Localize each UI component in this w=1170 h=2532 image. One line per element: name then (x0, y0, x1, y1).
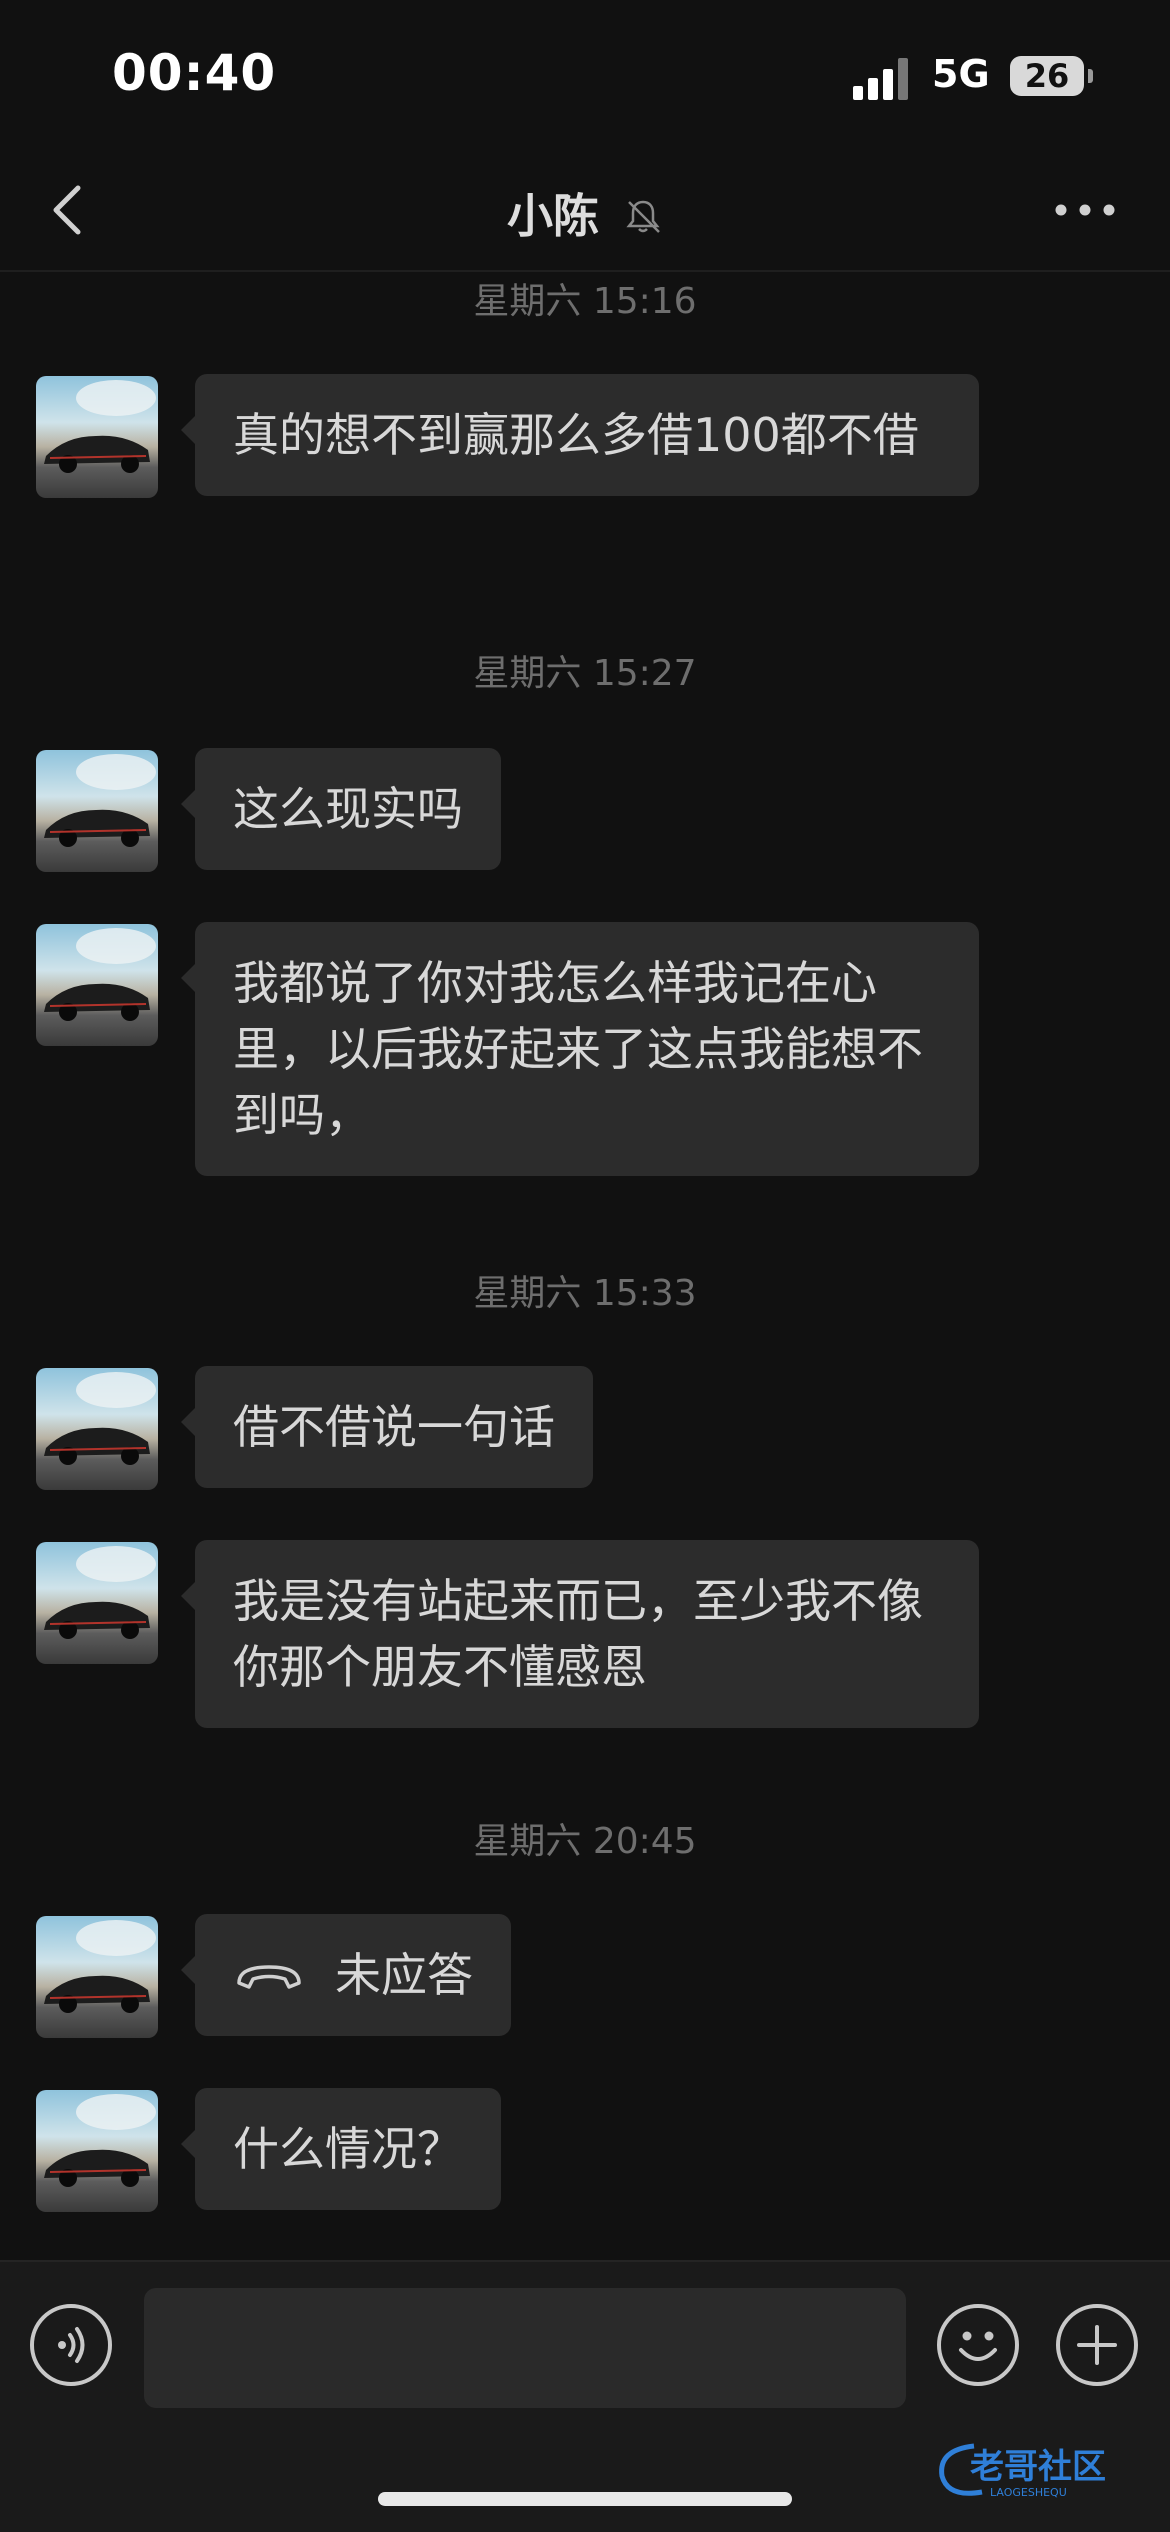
timestamp: 星期六 15:33 (473, 1273, 697, 1314)
timestamp: 星期六 15:27 (473, 653, 697, 694)
message-bubble[interactable]: 我是没有站起来而已，至少我不像你那个朋友不懂感恩 (181, 1540, 979, 1728)
timestamp: 星期六 20:45 (473, 1821, 697, 1862)
nav-bar: 小陈 (0, 150, 1170, 272)
signal-icon (853, 58, 913, 100)
message-input[interactable] (144, 2288, 906, 2408)
car-avatar-image (44, 928, 156, 1021)
missed-call-bubble[interactable]: 未应答 (181, 1914, 511, 2036)
plus-icon (1077, 2325, 1117, 2365)
svg-text:LAOGESHEQU: LAOGESHEQU (990, 2486, 1067, 2499)
message-list[interactable]: 星期六 15:16 真的想不到赢那么多借100都不借 星期六 15:27 这么现… (0, 272, 1170, 2260)
voice-button[interactable] (30, 2304, 112, 2386)
message-bubble[interactable]: 借不借说一句话 (181, 1366, 593, 1488)
avatar[interactable] (36, 750, 158, 872)
avatar[interactable] (36, 924, 158, 1046)
voice-icon (58, 2327, 85, 2363)
ellipsis-icon (1055, 204, 1115, 216)
car-avatar-image (44, 380, 156, 473)
status-time: 00:40 (112, 44, 277, 102)
message-text: 我是没有站起来而已，至少我不像你那个朋友不懂感恩 (233, 1574, 923, 1694)
message-text: 什么情况？ (233, 2122, 463, 2176)
emoji-icon (959, 2331, 997, 2361)
message-bubble[interactable]: 真的想不到赢那么多借100都不借 (181, 374, 979, 496)
plus-button[interactable] (1056, 2304, 1138, 2386)
message-text: 这么现实吗 (233, 782, 463, 836)
battery-icon: 26 (1010, 56, 1084, 96)
message-text: 我都说了你对我怎么样我记在心里，以后我好起来了这点我能想不到吗， (233, 956, 923, 1142)
battery-tip (1088, 69, 1093, 83)
avatar[interactable] (36, 1368, 158, 1490)
message-text: 未应答 (335, 1948, 473, 2002)
phone-hangup-icon (237, 1965, 301, 1989)
svg-text:老哥社区: 老哥社区 (970, 2447, 1106, 2487)
message-text: 借不借说一句话 (233, 1400, 555, 1454)
page-title: 小陈 (506, 189, 599, 243)
avatar[interactable] (36, 1542, 158, 1664)
status-bar: 00:40 5G 26 (0, 0, 1170, 150)
bell-slash-icon (626, 200, 660, 233)
car-avatar-image (44, 1372, 156, 1465)
car-avatar-image (44, 2094, 156, 2187)
car-avatar-image (44, 1920, 156, 2013)
message-text: 真的想不到赢那么多借100都不借 (233, 408, 919, 462)
message-bubble[interactable]: 这么现实吗 (181, 748, 501, 870)
car-avatar-image (44, 754, 156, 847)
chat-screen: 00:40 5G 26 小陈 星期六 15:16 真的想不到赢那么多借100都不… (0, 0, 1170, 2532)
emoji-button[interactable] (937, 2304, 1019, 2386)
avatar[interactable] (36, 376, 158, 498)
more-button[interactable] (1050, 190, 1120, 230)
car-avatar-image (44, 1546, 156, 1639)
home-indicator[interactable] (378, 2492, 792, 2506)
message-bubble[interactable]: 什么情况？ (181, 2088, 501, 2210)
chat-title-row: 小陈 (0, 180, 1170, 246)
avatar[interactable] (36, 2090, 158, 2212)
avatar[interactable] (36, 1916, 158, 2038)
watermark-logo: 老哥社区 LAOGESHEQU (930, 2434, 1160, 2504)
message-bubble[interactable]: 我都说了你对我怎么样我记在心里，以后我好起来了这点我能想不到吗， (181, 922, 979, 1176)
timestamp: 星期六 15:16 (473, 281, 697, 322)
network-type: 5G (932, 52, 990, 96)
